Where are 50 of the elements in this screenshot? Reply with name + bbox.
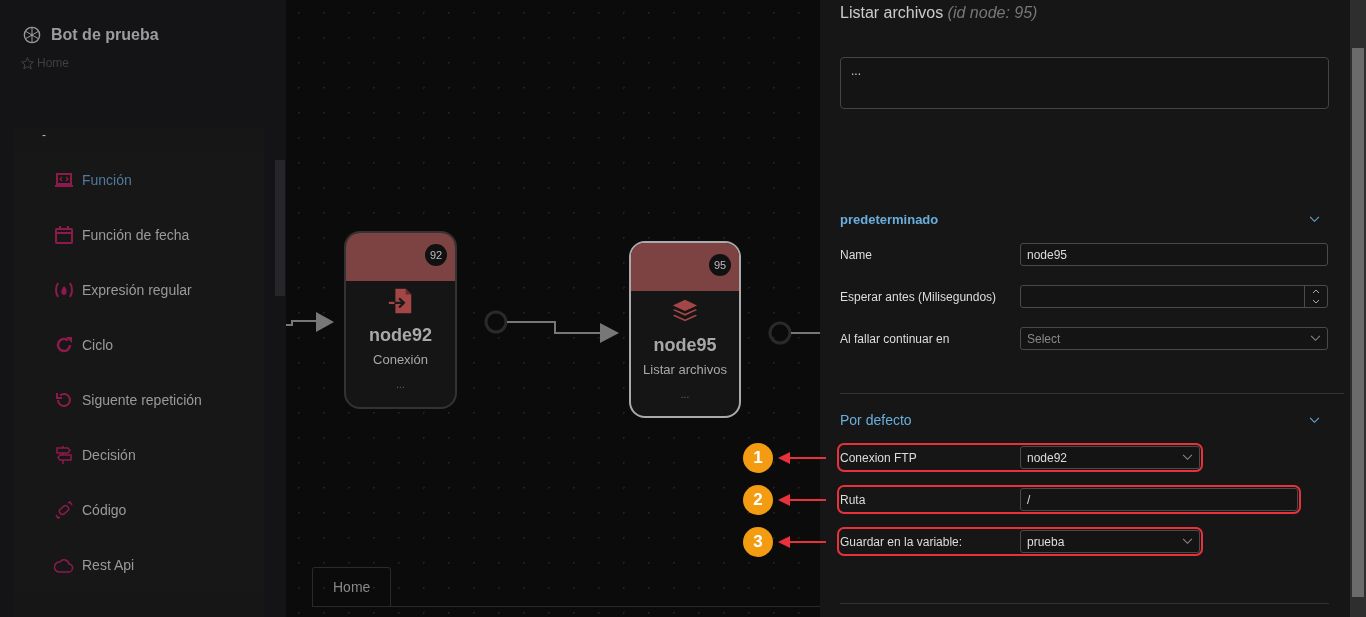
section-title[interactable]: Por defecto <box>840 412 912 428</box>
arrow-icon <box>778 451 828 464</box>
field-label: Guardar en la variable: <box>840 534 964 549</box>
field-label: Ruta <box>840 492 867 507</box>
description-textarea[interactable]: ... <box>840 57 1329 109</box>
calendar-icon <box>54 224 74 245</box>
wheel-icon <box>23 26 41 44</box>
field-label: Conexion FTP <box>840 450 918 465</box>
app-title: Bot de prueba <box>51 26 159 44</box>
node-type: Conexión <box>373 352 428 367</box>
field-label: Esperar antes (Milisegundos) <box>840 289 998 304</box>
text-input[interactable]: node95 <box>1020 243 1328 266</box>
chevron-down-icon <box>1182 454 1193 461</box>
chevron-down-icon <box>1182 538 1193 545</box>
candy-icon <box>54 499 74 520</box>
scrollbar[interactable] <box>1350 0 1366 617</box>
node-id-badge: 92 <box>425 244 447 266</box>
flow-node[interactable]: 95 node95 Listar archivos ... <box>629 241 741 418</box>
scrollbar-thumb[interactable] <box>1352 48 1364 597</box>
panel-title: Listar archivos (id node: 95) <box>840 4 1038 22</box>
flow-node[interactable]: 92 node92 Conexión ... <box>344 231 457 409</box>
field-label: Al fallar continuar en <box>840 331 951 346</box>
connector-line <box>790 332 820 334</box>
node-more: ... <box>680 389 690 400</box>
select-dropdown[interactable]: Select <box>1020 327 1328 350</box>
arrow-icon <box>778 535 828 548</box>
chevron-down-icon <box>1310 335 1321 342</box>
scrollbar-thumb[interactable] <box>275 160 285 296</box>
chevron-down-icon[interactable] <box>1309 416 1320 424</box>
number-input[interactable] <box>1020 285 1328 308</box>
redo-icon <box>54 334 74 355</box>
tab[interactable]: Home <box>312 567 392 606</box>
star-icon <box>21 56 34 70</box>
select-dropdown[interactable]: node92 <box>1020 446 1200 469</box>
node-name: node92 <box>369 325 432 346</box>
node-type: Listar archivos <box>643 362 727 377</box>
node-more: ... <box>396 379 405 390</box>
spin-down-icon[interactable] <box>1312 299 1320 305</box>
group-label: - <box>41 128 47 144</box>
field-label: Name <box>840 247 873 262</box>
spin-up-icon[interactable] <box>1312 288 1320 294</box>
node-id-badge: 95 <box>709 254 731 276</box>
chevron-down-icon[interactable] <box>1309 215 1320 223</box>
arrow-icon <box>778 493 828 506</box>
text-input[interactable]: / <box>1020 488 1298 511</box>
select-dropdown[interactable]: prueba <box>1020 530 1200 553</box>
section-title[interactable]: predeterminado <box>840 211 939 227</box>
connector-arrow <box>286 312 334 332</box>
node-name: node95 <box>653 335 717 356</box>
signpost-icon <box>54 444 74 465</box>
